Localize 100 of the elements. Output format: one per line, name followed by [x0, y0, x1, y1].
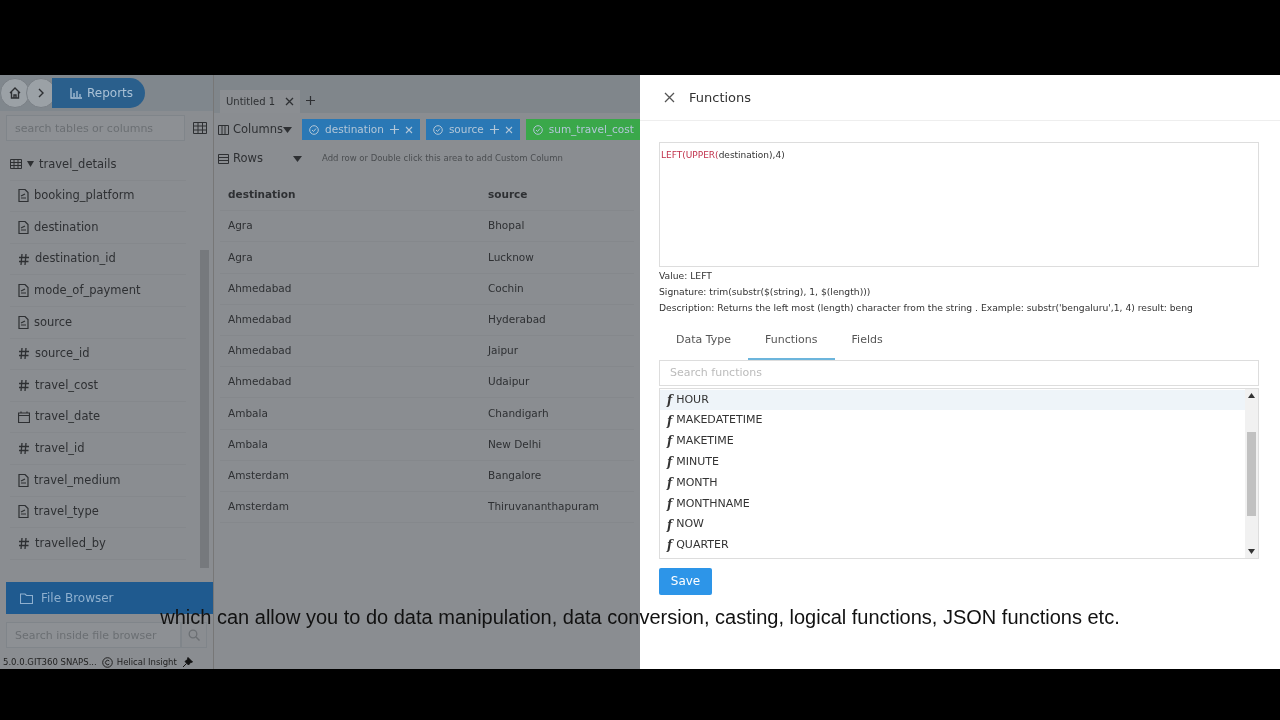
tree-item[interactable]: travel_date — [10, 401, 186, 434]
home-button[interactable] — [0, 78, 30, 108]
document-icon — [18, 315, 29, 329]
close-button[interactable] — [664, 92, 675, 103]
table-icon — [10, 159, 22, 170]
brand-text: Helical Insight — [116, 656, 177, 669]
table-cell-text: Cochin — [488, 280, 524, 296]
function-item[interactable]: f NOW — [660, 514, 1245, 536]
function-icon: f — [667, 390, 673, 409]
function-icon: f — [667, 515, 673, 534]
check-circle-icon — [432, 124, 443, 135]
chart-icon — [70, 87, 82, 99]
tree-item[interactable]: source_id — [10, 338, 186, 371]
document-icon — [18, 505, 29, 519]
dropdown-caret-icon — [283, 126, 293, 133]
panel-tab[interactable]: Fields — [834, 328, 900, 360]
table-cell-text: Agra — [227, 218, 254, 234]
function-icon: f — [667, 453, 673, 472]
table-cell-text: Udaipur — [488, 374, 530, 390]
function-item[interactable]: f MINUTE — [660, 451, 1245, 473]
document-icon — [18, 189, 29, 203]
table-cell-text: Bhopal — [488, 218, 525, 234]
scroll-down-icon — [1248, 548, 1255, 554]
tree-item[interactable]: source — [10, 306, 186, 339]
dropdown-caret-icon — [293, 155, 302, 162]
plus-icon — [489, 125, 499, 134]
document-icon — [18, 473, 29, 487]
close-icon — [404, 125, 413, 134]
function-icon: f — [667, 411, 673, 430]
tree-item[interactable]: travel_medium — [10, 464, 186, 497]
function-icon: f — [667, 494, 673, 513]
function-item[interactable]: f HOUR — [660, 389, 1245, 411]
expression-editor[interactable]: LEFT(UPPER(destination),4) — [659, 142, 1259, 267]
table-cell-text: New Delhi — [488, 436, 542, 452]
table-cell-text: Amsterdam — [227, 467, 290, 483]
table-cell-text: Ahmedabad — [227, 343, 293, 359]
table-cell-text: Amsterdam — [227, 499, 290, 515]
reports-tab[interactable]: Reports — [52, 78, 146, 108]
document-icon — [18, 221, 29, 234]
tree-item[interactable]: travel_id — [10, 433, 186, 465]
hash-icon — [18, 252, 30, 266]
function-item[interactable]: f QUARTER — [660, 535, 1245, 556]
function-icon: f — [667, 432, 673, 451]
table-cell-text: Bangalore — [488, 467, 542, 483]
columns-icon — [218, 124, 229, 135]
hash-icon — [18, 442, 30, 456]
tree-item[interactable]: destination — [10, 212, 186, 244]
table-cell: Jaipur — [488, 343, 519, 359]
column-chip[interactable]: source — [425, 118, 520, 141]
close-icon — [285, 97, 295, 106]
search-icon — [188, 629, 200, 642]
save-button[interactable]: Save — [659, 567, 712, 595]
info-text: Value: LEFT — [659, 269, 713, 283]
tree-item[interactable]: travelled_by — [10, 528, 186, 560]
plus-icon — [389, 125, 399, 134]
version-text: 5.0.0.GIT360 SNAPS... — [3, 656, 97, 669]
document-icon — [18, 284, 29, 298]
function-item[interactable]: f MAKETIME — [660, 431, 1245, 452]
close-icon — [504, 125, 513, 134]
hash-icon — [18, 536, 30, 550]
tree-item[interactable]: booking_platform — [10, 180, 186, 213]
column-chip[interactable]: destination — [302, 118, 420, 141]
panel-tab[interactable]: Data Type — [659, 328, 749, 360]
tree-item[interactable]: travel_type — [10, 496, 186, 529]
close-icon — [664, 92, 675, 103]
column-header: destination — [227, 187, 297, 203]
panel-title: Functions — [689, 88, 752, 107]
table-cell-text: Hyderabad — [488, 311, 546, 327]
column-header: source — [488, 187, 528, 203]
tree-item[interactable]: destination_id — [10, 243, 186, 276]
info-text: Description: Returns the left most (length) character from the string . Example: substr('bengaluru',1, 4) result: beng — [659, 301, 1194, 315]
function-icon: f — [667, 474, 673, 493]
scroll-up-icon — [1248, 392, 1255, 398]
function-item[interactable]: f MONTH — [660, 472, 1245, 494]
chevron-icon — [36, 87, 46, 99]
home-icon — [8, 86, 22, 100]
table-cell-text: Ambala — [227, 405, 269, 421]
hash-icon — [18, 378, 30, 392]
function-item[interactable]: f MONTHNAME — [660, 493, 1245, 515]
tree-item[interactable]: travel_cost — [10, 370, 186, 402]
scrollbar[interactable] — [1245, 388, 1258, 558]
check-circle-icon — [532, 124, 543, 135]
shelf-label: Columns — [233, 120, 284, 138]
function-icon: f — [667, 536, 673, 555]
report-tab[interactable]: Untitled 1 — [220, 90, 301, 113]
calendar-icon — [18, 411, 30, 424]
table-cell-text: Ahmedabad — [227, 374, 293, 390]
table-cell-text: Ahmedabad — [227, 311, 293, 327]
table-cell: Thiruvananthapuram — [488, 499, 599, 515]
check-circle-icon — [309, 124, 320, 135]
search-button[interactable] — [181, 622, 207, 649]
table-cell-text: Chandigarh — [488, 405, 549, 421]
table-cell-text: Agra — [227, 249, 254, 265]
table-cell-text: Ahmedabad — [227, 280, 293, 296]
function-item[interactable]: f MAKEDATETIME — [660, 410, 1245, 432]
tree-item[interactable]: mode_of_payment — [10, 275, 186, 307]
table-cell-text: Lucknow — [488, 249, 534, 265]
plus-icon — [306, 96, 316, 105]
tree-item[interactable]: travel_details — [10, 149, 186, 181]
grid-icon — [193, 122, 207, 134]
